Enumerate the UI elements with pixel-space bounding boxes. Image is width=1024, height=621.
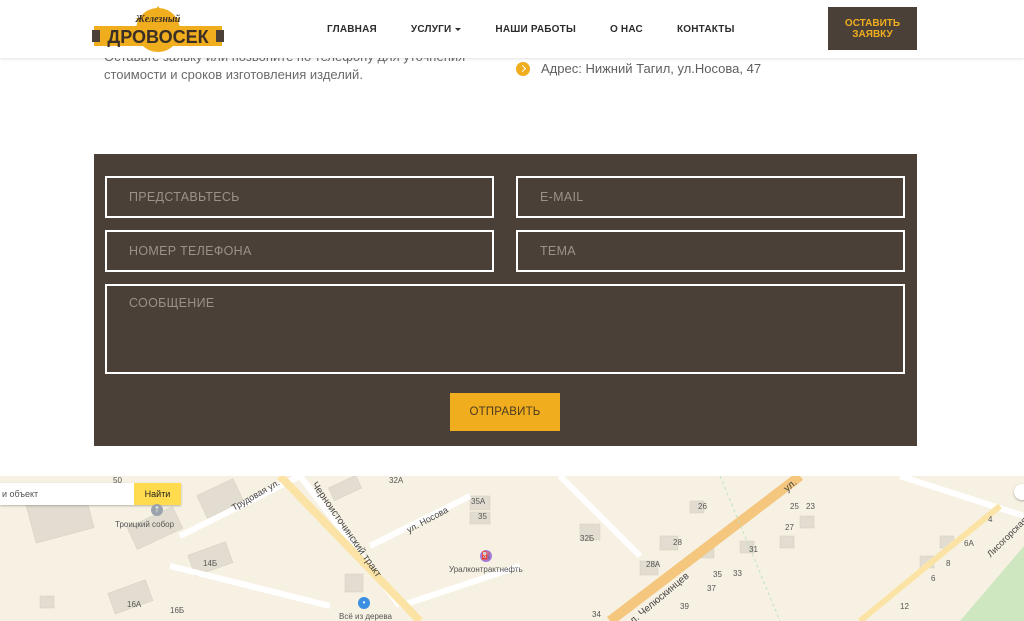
house-number: 32А: [389, 476, 404, 485]
logo[interactable]: Железный ДРОВОСЕК: [92, 6, 224, 54]
house-number: 39: [680, 602, 689, 611]
house-number: 25: [790, 502, 799, 511]
house-number: 12: [900, 602, 909, 611]
house-number: 4: [988, 515, 993, 524]
logo-main-text: ДРОВОСЕК: [107, 27, 209, 47]
house-number: 16А: [127, 600, 142, 609]
map-search: и объект Найти: [0, 483, 181, 505]
nav-home[interactable]: ГЛАВНАЯ: [327, 24, 377, 35]
map-label-vse-iz-dereva: Всё из дерева: [339, 612, 392, 621]
house-number: 35А: [471, 497, 486, 506]
house-number: 28А: [646, 560, 661, 569]
logo-top-text: Железный: [135, 14, 181, 25]
map-label-troitsky: Троицкий собор: [115, 520, 175, 529]
nav-about-label: О НАС: [609, 23, 643, 35]
submit-button[interactable]: ОТПРАВИТЬ: [450, 393, 560, 431]
house-number: 35: [713, 570, 722, 579]
house-number: 27: [785, 523, 794, 532]
nav-home-label: ГЛАВНАЯ: [327, 23, 377, 35]
leave-request-button[interactable]: ОСТАВИТЬ ЗАЯВКУ: [828, 7, 917, 50]
main-nav: ГЛАВНАЯ УСЛУГИ НАШИ РАБОТЫ О НАС КОНТАКТ…: [310, 0, 752, 58]
house-number: 6А: [964, 539, 974, 548]
house-number: 35: [478, 512, 487, 521]
church-icon: †: [151, 504, 163, 516]
house-number: 33: [733, 569, 742, 578]
message-textarea[interactable]: СООБЩЕНИЕ: [105, 284, 905, 374]
map-control-icon[interactable]: [1014, 484, 1024, 500]
house-number: 6: [931, 574, 936, 583]
house-number: 23: [806, 502, 815, 511]
nav-services-label: УСЛУГИ: [410, 23, 452, 35]
map-search-input[interactable]: и объект: [0, 483, 134, 505]
location-icon: [516, 61, 530, 76]
phone-input[interactable]: НОМЕР ТЕЛЕФОНА: [105, 230, 494, 272]
address-line: Адрес: Нижний Тагил, ул.Носова, 47: [516, 61, 761, 76]
address-text: Адрес: Нижний Тагил, ул.Носова, 47: [541, 61, 762, 76]
site-header: Железный ДРОВОСЕК ГЛАВНАЯ УСЛУГИ НАШИ РА…: [0, 0, 1024, 58]
house-number: 28: [673, 538, 682, 547]
map-search-button[interactable]: Найти: [134, 483, 181, 505]
map[interactable]: и объект Найти † Троицкий собор ⛽ Уралко…: [0, 476, 1024, 621]
house-number: 31: [749, 545, 758, 554]
house-number: 8: [946, 559, 951, 568]
house-number: 32Б: [580, 534, 595, 543]
email-input[interactable]: E-MAIL: [516, 176, 905, 218]
shop-icon: •: [358, 597, 370, 609]
fuel-station-icon: ⛽: [480, 550, 492, 562]
name-input[interactable]: ПРЕДСТАВЬТЕСЬ: [105, 176, 494, 218]
house-number: 37: [707, 584, 716, 593]
house-number: 50: [113, 476, 122, 485]
nav-works-label: НАШИ РАБОТЫ: [495, 23, 576, 35]
house-number: 34: [592, 610, 601, 619]
topic-input[interactable]: ТЕМА: [516, 230, 905, 272]
nav-contacts-label: КОНТАКТЫ: [676, 23, 735, 35]
page: Оставьте заявку или позвоните по телефон…: [0, 0, 1024, 621]
contact-form: ПРЕДСТАВЬТЕСЬ E-MAIL НОМЕР ТЕЛЕФОНА ТЕМА…: [94, 154, 917, 446]
nav-about[interactable]: О НАС: [610, 24, 643, 35]
nav-contacts[interactable]: КОНТАКТЫ: [677, 24, 735, 35]
house-number: 14Б: [203, 559, 218, 568]
nav-services[interactable]: УСЛУГИ: [411, 24, 462, 35]
house-number: 16Б: [170, 606, 185, 615]
map-label-uralkontrakt: Уралконтрактнефть: [449, 565, 523, 574]
caret-down-icon: [455, 27, 462, 31]
nav-works[interactable]: НАШИ РАБОТЫ: [495, 24, 576, 35]
house-number: 26: [698, 502, 707, 511]
